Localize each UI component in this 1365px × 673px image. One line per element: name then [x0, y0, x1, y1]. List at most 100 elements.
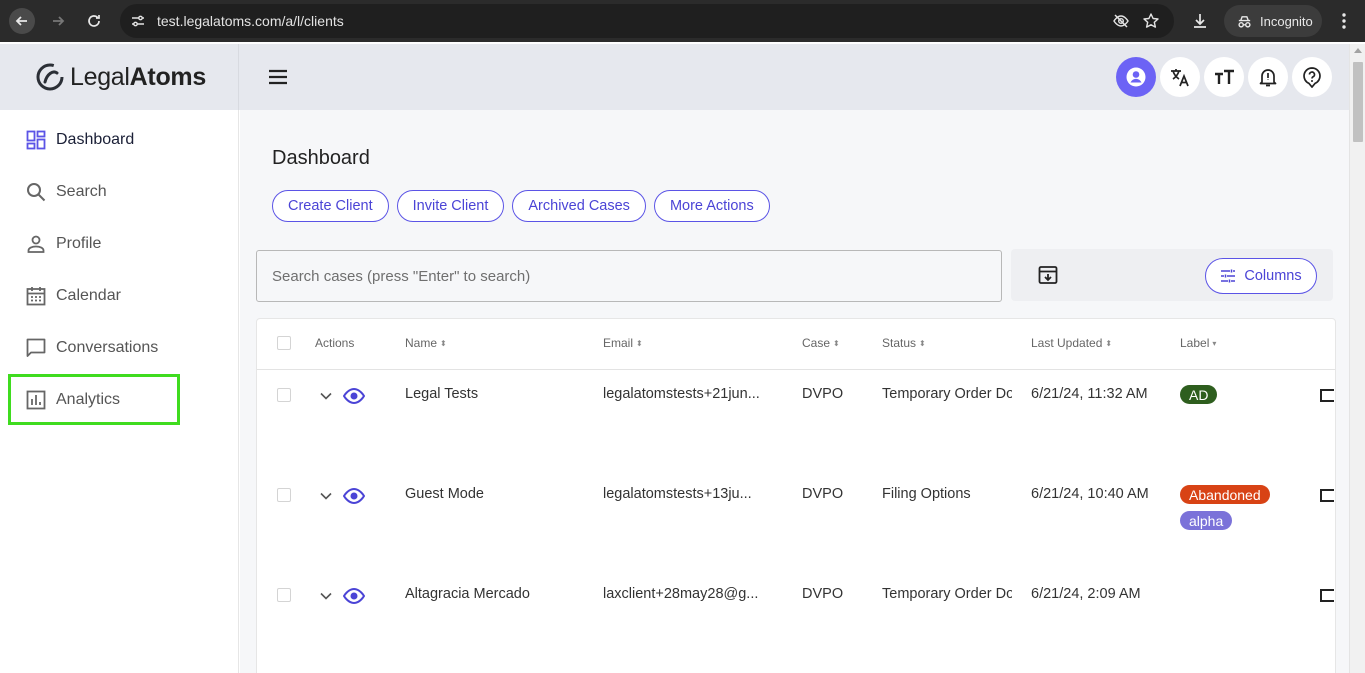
- header-label: Case: [802, 336, 831, 350]
- select-all-checkbox[interactable]: [277, 336, 291, 350]
- logo-text-light: Legal: [70, 62, 130, 91]
- sidebar-item-search[interactable]: Search: [26, 179, 107, 205]
- notifications-button[interactable]: [1248, 57, 1288, 97]
- eye-off-icon[interactable]: [1112, 12, 1130, 30]
- sidebar-item-calendar[interactable]: Calendar: [26, 283, 121, 309]
- address-bar[interactable]: test.legalatoms.com/a/l/clients: [120, 4, 1174, 38]
- row-case: DVPO: [802, 586, 844, 602]
- sidebar-item-label: Profile: [56, 235, 102, 252]
- incognito-label: Incognito: [1260, 13, 1313, 29]
- row-action-icon[interactable]: [1320, 589, 1334, 602]
- sidebar-item-label: Search: [56, 183, 107, 200]
- header-label: Status: [882, 336, 917, 350]
- incognito-icon: [1238, 15, 1251, 28]
- column-header-label[interactable]: Label ▾: [1180, 336, 1216, 350]
- cases-table: Actions Name ⬍ Email ⬍ Case ⬍ Status ⬍ Last …: [256, 318, 1336, 673]
- row-action-icon[interactable]: [1320, 489, 1334, 502]
- row-last-updated: 6/21/24, 10:40 AM: [1031, 486, 1149, 502]
- invite-client-button[interactable]: Invite Client: [396, 190, 505, 222]
- more-vert-icon[interactable]: [1336, 11, 1352, 31]
- row-status: Filing Options: [882, 486, 971, 502]
- label-badge-ad: AD: [1180, 385, 1218, 404]
- column-header-status[interactable]: Status ⬍: [882, 336, 926, 350]
- analytics-highlight-box: [8, 374, 180, 425]
- logo-text: LegalAtoms: [70, 63, 206, 92]
- row-case: DVPO: [802, 486, 844, 502]
- reload-button[interactable]: [81, 8, 107, 34]
- row-name[interactable]: Guest Mode: [405, 486, 484, 502]
- sidebar-item-dashboard[interactable]: Dashboard: [26, 127, 134, 153]
- archived-cases-button[interactable]: Archived Cases: [512, 190, 646, 222]
- arrow-right-icon: [53, 16, 65, 26]
- help-icon: [1303, 67, 1321, 88]
- tune-icon: [1221, 269, 1236, 283]
- main-content: Dashboard Create Client Invite Client Ar…: [240, 110, 1349, 673]
- column-header-case[interactable]: Case ⬍: [802, 336, 840, 350]
- sidebar-item-conversations[interactable]: Conversations: [26, 335, 158, 361]
- row-name[interactable]: Altagracia Mercado: [405, 586, 530, 602]
- url-text: test.legalatoms.com/a/l/clients: [157, 13, 344, 29]
- sort-icon: ⬍: [636, 338, 643, 348]
- header-label: Actions: [315, 336, 355, 350]
- row-action-icon[interactable]: [1320, 389, 1334, 402]
- scroll-up-arrow-icon[interactable]: [1354, 48, 1362, 53]
- chevron-down-icon[interactable]: [319, 589, 333, 603]
- archive-icon[interactable]: [1037, 264, 1059, 286]
- page-title: Dashboard: [272, 147, 370, 169]
- text-size-button[interactable]: [1204, 57, 1244, 97]
- header-actions: [1116, 57, 1332, 97]
- eye-icon[interactable]: [343, 585, 365, 607]
- sort-icon: ⬍: [833, 338, 840, 348]
- sidebar-item-profile[interactable]: Profile: [26, 231, 101, 257]
- site-info-icon[interactable]: [128, 11, 148, 31]
- logo-text-bold: Atoms: [129, 62, 207, 91]
- column-header-email[interactable]: Email ⬍: [603, 336, 643, 350]
- header-label: Email: [603, 336, 634, 350]
- more-actions-button[interactable]: More Actions: [653, 190, 770, 222]
- arrow-left-icon: [15, 16, 27, 26]
- sort-icon: ⬍: [919, 338, 926, 348]
- chevron-down-icon[interactable]: [319, 389, 333, 403]
- back-button[interactable]: [9, 8, 35, 34]
- table-toolbar: Columns: [1011, 249, 1333, 301]
- sort-icon: ⬍: [440, 338, 447, 348]
- label-badge-abandoned: Abandoned: [1180, 485, 1270, 504]
- eye-icon[interactable]: [343, 385, 365, 407]
- forward-button[interactable]: [45, 8, 71, 34]
- star-icon[interactable]: [1142, 12, 1160, 30]
- row-checkbox[interactable]: [277, 588, 291, 602]
- chevron-down-icon[interactable]: [319, 489, 333, 503]
- column-header-actions: Actions: [315, 336, 354, 350]
- dashboard-actions: Create Client Invite Client Archived Cas…: [272, 190, 770, 222]
- translate-button[interactable]: [1160, 57, 1200, 97]
- row-checkbox[interactable]: [277, 388, 291, 402]
- row-name[interactable]: Legal Tests: [405, 386, 478, 402]
- account-button[interactable]: [1116, 57, 1156, 97]
- help-button[interactable]: [1292, 57, 1332, 97]
- column-header-name[interactable]: Name ⬍: [405, 336, 447, 350]
- sidebar: Dashboard Search Profile Calendar Conver…: [0, 110, 239, 673]
- legalatoms-logo-icon: [36, 63, 64, 91]
- columns-label: Columns: [1244, 268, 1302, 284]
- bell-icon: [1259, 69, 1277, 87]
- page-scrollbar[interactable]: [1349, 44, 1365, 673]
- eye-icon[interactable]: [343, 485, 365, 507]
- sort-icon: ⬍: [1105, 338, 1113, 348]
- download-icon[interactable]: [1190, 11, 1210, 31]
- sort-down-icon: ▾: [1212, 338, 1217, 348]
- translate-icon: [1171, 69, 1189, 87]
- incognito-indicator[interactable]: Incognito: [1224, 5, 1322, 37]
- header-divider: [257, 369, 1335, 370]
- menu-icon[interactable]: [267, 69, 289, 85]
- sidebar-item-label: Conversations: [56, 339, 159, 356]
- columns-button[interactable]: Columns: [1205, 258, 1317, 294]
- row-case: DVPO: [802, 386, 844, 402]
- header-label: Name: [405, 336, 438, 350]
- column-header-last-updated[interactable]: Last Updated ⬍: [1031, 336, 1112, 350]
- scrollbar-thumb[interactable]: [1353, 62, 1363, 142]
- case-search-input[interactable]: Search cases (press "Enter" to search): [256, 250, 1002, 302]
- app-logo[interactable]: LegalAtoms: [0, 44, 239, 110]
- row-checkbox[interactable]: [277, 488, 291, 502]
- row-email: legalatomstests+13ju...: [603, 486, 752, 502]
- create-client-button[interactable]: Create Client: [272, 190, 389, 222]
